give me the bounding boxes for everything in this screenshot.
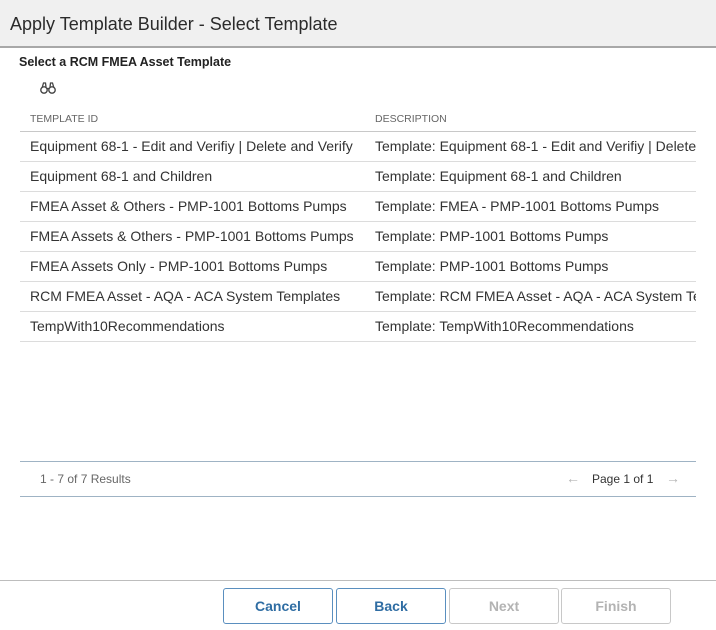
- template-id-cell: TempWith10Recommendations: [30, 318, 225, 334]
- arrow-right-icon[interactable]: →: [666, 470, 680, 486]
- template-id-cell: FMEA Asset & Others - PMP-1001 Bottoms P…: [30, 198, 347, 214]
- description-cell: Template: PMP-1001 Bottoms Pumps: [375, 228, 609, 244]
- template-id-cell: FMEA Assets Only - PMP-1001 Bottoms Pump…: [30, 258, 328, 274]
- description-cell: Template: Equipment 68-1 - Edit and Veri…: [375, 138, 696, 154]
- table-row[interactable]: Equipment 68-1 - Edit and Verifiy | Dele…: [20, 132, 696, 162]
- dialog-title: Apply Template Builder - Select Template: [10, 14, 338, 34]
- template-id-cell: FMEA Assets & Others - PMP-1001 Bottoms …: [30, 228, 354, 244]
- table-row[interactable]: Equipment 68-1 and Children Template: Eq…: [20, 162, 696, 192]
- grid-rows: Equipment 68-1 - Edit and Verifiy | Dele…: [20, 132, 696, 342]
- results-count: 1 - 7 of 7 Results: [40, 472, 131, 486]
- description-cell: Template: PMP-1001 Bottoms Pumps: [375, 258, 609, 274]
- column-header-description[interactable]: DESCRIPTION: [375, 113, 447, 125]
- arrow-left-icon[interactable]: ←: [566, 470, 580, 486]
- column-header-template-id[interactable]: TEMPLATE ID: [30, 113, 98, 125]
- cancel-button[interactable]: Cancel: [223, 588, 333, 624]
- table-row[interactable]: FMEA Assets Only - PMP-1001 Bottoms Pump…: [20, 252, 696, 282]
- dialog-header: Apply Template Builder - Select Template: [0, 0, 716, 48]
- table-row[interactable]: TempWith10Recommendations Template: Temp…: [20, 312, 696, 342]
- description-cell: Template: Equipment 68-1 and Children: [375, 168, 622, 184]
- template-grid: TEMPLATE ID DESCRIPTION Equipment 68-1 -…: [20, 105, 696, 343]
- table-row[interactable]: FMEA Asset & Others - PMP-1001 Bottoms P…: [20, 192, 696, 222]
- grid-header: TEMPLATE ID DESCRIPTION: [20, 105, 696, 132]
- table-row[interactable]: FMEA Assets & Others - PMP-1001 Bottoms …: [20, 222, 696, 252]
- pager-bar: 1 - 7 of 7 Results ← Page 1 of 1 →: [20, 461, 696, 497]
- dialog-button-bar: Cancel Back Next Finish: [0, 580, 716, 630]
- dialog-subtitle: Select a RCM FMEA Asset Template: [19, 55, 232, 69]
- description-cell: Template: RCM FMEA Asset - AQA - ACA Sys…: [375, 288, 696, 304]
- next-button[interactable]: Next: [449, 588, 559, 624]
- description-cell: Template: FMEA - PMP-1001 Bottoms Pumps: [375, 198, 659, 214]
- binoculars-icon[interactable]: [40, 81, 56, 95]
- template-id-cell: Equipment 68-1 - Edit and Verifiy | Dele…: [30, 138, 353, 154]
- page-indicator: Page 1 of 1: [592, 472, 654, 486]
- table-row[interactable]: RCM FMEA Asset - AQA - ACA System Templa…: [20, 282, 696, 312]
- template-id-cell: Equipment 68-1 and Children: [30, 168, 213, 184]
- template-id-cell: RCM FMEA Asset - AQA - ACA System Templa…: [30, 288, 341, 304]
- description-cell: Template: TempWith10Recommendations: [375, 318, 634, 334]
- finish-button[interactable]: Finish: [561, 588, 671, 624]
- back-button[interactable]: Back: [336, 588, 446, 624]
